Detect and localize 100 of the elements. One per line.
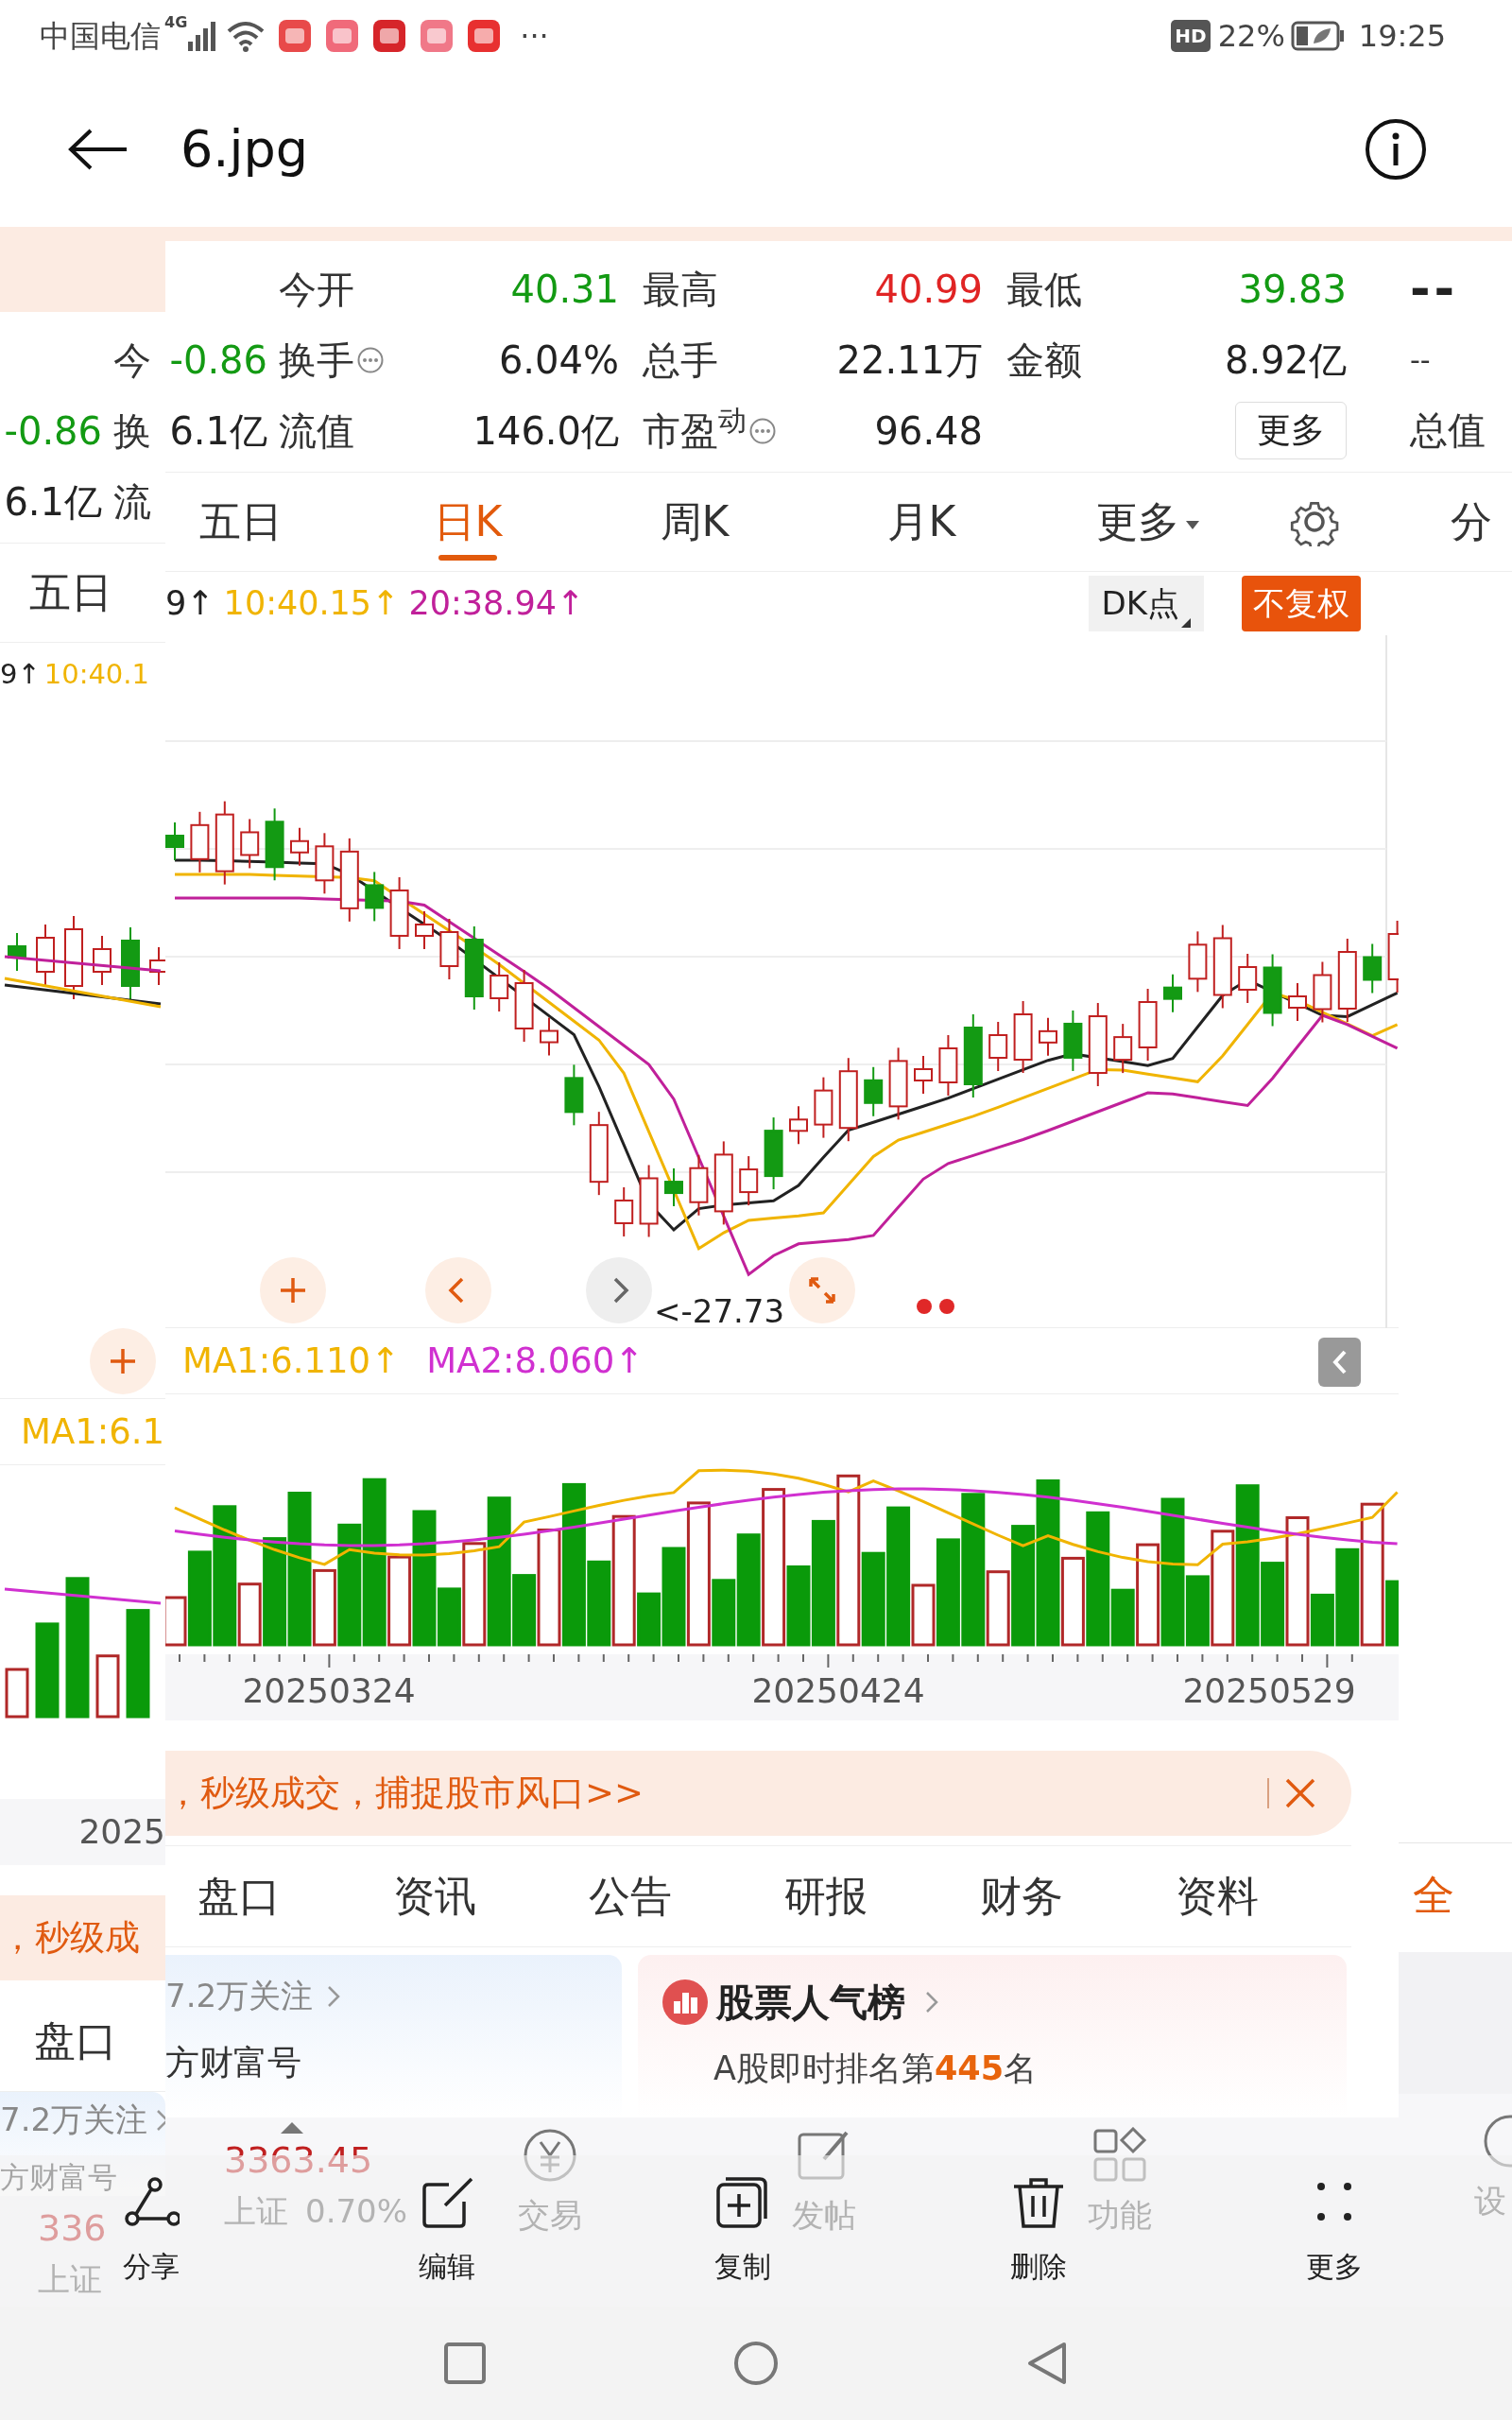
candlestick: [490, 961, 509, 1012]
chart-tab[interactable]: 五日: [0, 543, 142, 643]
candlestick: [290, 826, 309, 867]
field-label: 流值: [279, 407, 354, 455]
info-tab[interactable]: 研报: [752, 1865, 900, 1927]
candlestick: [1313, 960, 1332, 1024]
app-icon: [372, 18, 407, 53]
app-icon: [278, 18, 313, 53]
recent-apps-button[interactable]: [442, 2341, 488, 2386]
candlestick: [614, 1185, 634, 1237]
collapse-button[interactable]: [1318, 1338, 1361, 1387]
candlestick: [1113, 1023, 1133, 1075]
quote-value: -0.86: [169, 337, 267, 384]
copy-button[interactable]: 复制: [705, 2174, 781, 2288]
rank-title: 股票人气榜: [716, 1979, 905, 2026]
field-label: 市盈$^{动}$: [643, 406, 747, 455]
candlestick: [938, 1034, 958, 1097]
expand-icon: [806, 1274, 838, 1306]
info-button[interactable]: [1365, 117, 1427, 181]
candlestick: [8, 932, 26, 972]
indicator-value: 10:40.15↑: [223, 583, 400, 625]
follow-count: 7.2万关注: [0, 2100, 148, 2140]
nav-label: 功能: [1088, 2195, 1152, 2236]
grid-shapes-icon: [1091, 2127, 1148, 2184]
info-tab[interactable]: 资讯: [361, 1865, 508, 1927]
chart-icon: [662, 1979, 709, 2026]
back-arrow-icon: [68, 128, 129, 170]
candlestick: [190, 810, 210, 873]
info-tab[interactable]: 公告: [557, 1865, 704, 1927]
volume-bar: [5, 1668, 29, 1719]
index-change: 0.70%: [305, 2191, 407, 2232]
more-button[interactable]: 更多: [1297, 2174, 1372, 2288]
candlestick: [1063, 1009, 1083, 1072]
date-label: 2025: [78, 1811, 165, 1853]
back-button[interactable]: [68, 128, 129, 170]
follow-count: 7.2万关注: [165, 1976, 314, 2016]
indicator-value: 10:40.1: [43, 656, 149, 692]
field-label: 最低: [1006, 266, 1082, 313]
chart-tab[interactable]: 更多: [1073, 472, 1224, 572]
dk-point-button[interactable]: DK点: [1088, 576, 1204, 631]
file-title: 6.jpg: [180, 118, 309, 181]
banner-text: ，秒级成: [0, 1916, 140, 1961]
info-icon: [1365, 117, 1427, 181]
chart-tab[interactable]: 五日: [165, 472, 317, 572]
candlestick: [1238, 953, 1258, 1004]
chart-tab[interactable]: 分: [1451, 472, 1492, 572]
corner-triangle-icon: [1181, 618, 1191, 628]
info-tab[interactable]: 财务: [948, 1865, 1095, 1927]
field-label: 今开: [279, 266, 354, 313]
more-button[interactable]: 更多: [1235, 402, 1347, 459]
candlestick: [789, 1105, 808, 1146]
date-label: 20250424: [751, 1670, 925, 1712]
field-label: 今: [112, 337, 152, 384]
app-icon: [467, 18, 502, 53]
indicator-value: 9↑: [0, 656, 41, 692]
info-icon[interactable]: [356, 345, 385, 374]
carrier-name: 中国电信: [40, 16, 161, 56]
battery-icon: [1290, 20, 1346, 51]
quote-value: -0.86: [4, 407, 102, 455]
index-value: 3363.45: [224, 2138, 373, 2183]
candlestick: [165, 821, 184, 861]
field-label: 金额: [1006, 337, 1082, 384]
field-label: 换: [112, 407, 152, 455]
quote-value: 6.04%: [498, 337, 619, 384]
info-tab[interactable]: 盘口: [0, 2009, 151, 2072]
up-arrow-icon: [281, 2122, 303, 2134]
quote-value: 40.31: [510, 266, 619, 313]
info-icon[interactable]: [748, 416, 777, 445]
quote-value: 22.11万: [836, 337, 983, 384]
quote-value: --: [1410, 259, 1460, 319]
nav-label: 交易: [518, 2195, 582, 2236]
candlestick: [1163, 973, 1182, 1013]
chart-tab[interactable]: 日K: [392, 472, 543, 572]
quote-value: --: [1410, 342, 1432, 378]
signal-icon: [187, 20, 216, 51]
adjust-badge[interactable]: 不复权: [1242, 576, 1361, 631]
network-type: 4G: [164, 12, 188, 33]
yen-coin-icon: [522, 2127, 578, 2184]
ma-value: MA2:8.060↑: [426, 1339, 644, 1383]
candlestick: [1288, 982, 1307, 1022]
candlestick: [540, 1016, 558, 1057]
account-name: 方财富号: [0, 2159, 117, 2196]
info-tab[interactable]: 盘口: [165, 1865, 313, 1927]
candlestick: [914, 1055, 933, 1095]
chart-tab[interactable]: 月K: [846, 472, 997, 572]
info-tab[interactable]: 资料: [1143, 1865, 1291, 1927]
field-label: 最高: [643, 266, 718, 313]
delete-button[interactable]: 删除: [1001, 2174, 1076, 2288]
candlestick: [415, 910, 434, 950]
chart-tab[interactable]: 周K: [619, 472, 770, 572]
nav-label: 发帖: [792, 2195, 856, 2236]
candlestick: [439, 918, 459, 980]
quote-value: 96.48: [874, 407, 983, 455]
home-button[interactable]: [733, 2341, 779, 2386]
quote-value: 6.1亿: [4, 478, 102, 526]
info-tab[interactable]: 全: [1413, 1864, 1512, 1927]
candlestick: [93, 935, 112, 986]
edit-button[interactable]: 编辑: [409, 2174, 485, 2288]
nav-label: 设: [1474, 2181, 1506, 2221]
candlestick: [689, 1153, 709, 1217]
